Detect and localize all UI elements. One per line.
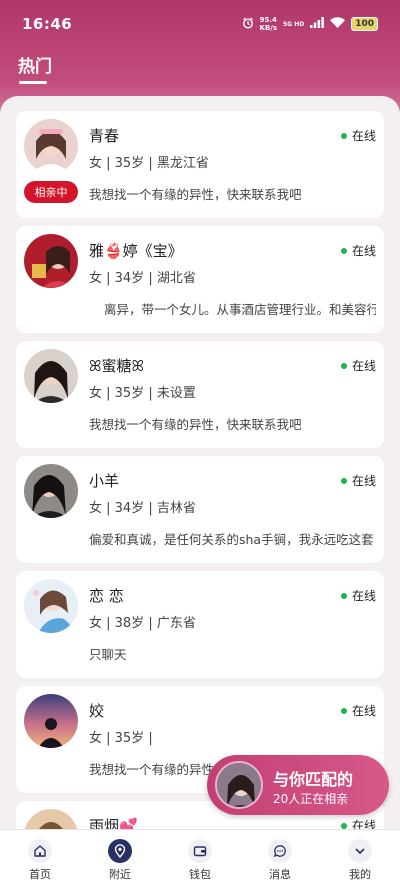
online-dot-icon [340,592,347,599]
profile-meta: 女 | 35岁 | 黑龙江省 [89,156,209,171]
avatar[interactable] [24,234,78,288]
profile-meta: 女 | 38岁 | 广东省 [89,616,196,631]
profile-meta: 女 | 34岁 | 湖北省 [89,271,196,286]
avatar[interactable] [24,349,78,403]
online-status: 在线 [340,472,376,489]
profile-name: 姣 [89,702,105,720]
profile-card[interactable]: 雅👙婷《宝》 在线 女 | 34岁 | 湖北省 离异，带一个女儿。从事酒店管理行… [16,226,384,333]
profile-icon [348,839,372,863]
page-title[interactable]: 热门 [18,52,52,77]
profile-bio: 我想找一个有缘的异性，快来联系我吧 [89,187,302,202]
profile-card[interactable]: 青春 在线 女 | 35岁 | 黑龙江省 相亲中 我想找一个有缘的异性，快来联系… [16,111,384,218]
wallet-icon [188,839,212,863]
profile-name: 小羊 [89,472,120,490]
profile-bio: 离异，带一个女儿。从事酒店管理行业。和美容行业 [104,302,376,317]
dating-status-badge: 相亲中 [24,181,78,203]
match-popup-button[interactable]: 与你匹配的 20人正在相亲 [207,755,389,815]
avatar[interactable] [24,464,78,518]
wifi-icon [330,17,346,31]
profile-bio: 偏爱和真诚，是任何关系的sha手锏，我永远吃这套 [89,532,374,547]
profile-name: ꕤ蜜糖ꕤ [89,357,144,375]
profile-card[interactable]: 小羊 在线 女 | 34岁 | 吉林省 偏爱和真诚，是任何关系的sha手锏，我永… [16,456,384,563]
tab-wallet[interactable]: 钱包 [160,830,240,889]
online-dot-icon [340,132,347,139]
status-bar: 16:46 95.4 KB/s 5G HD 100 [0,0,400,48]
profile-name: 恋 恋 [89,587,124,605]
network-type-label: 5G HD [283,20,305,28]
status-indicators: 95.4 KB/s 5G HD 100 [242,16,378,32]
home-icon [28,839,52,863]
location-icon [108,839,132,863]
tab-nearby[interactable]: 附近 [80,830,160,889]
avatar[interactable] [24,119,78,173]
online-dot-icon [340,822,347,829]
title-tab-indicator [19,81,47,84]
profile-meta: 女 | 35岁 | 未设置 [89,386,196,401]
match-title: 与你匹配的 [273,770,354,789]
match-avatar [215,761,263,809]
avatar[interactable] [24,694,78,748]
online-label: 在线 [351,129,376,143]
online-status: 在线 [340,127,376,144]
online-label: 在线 [351,704,376,718]
tab-messages[interactable]: 消息 [240,830,320,889]
status-time: 16:46 [22,15,73,33]
online-status: 在线 [340,357,376,374]
message-icon [268,839,292,863]
profile-card[interactable]: ꕤ蜜糖ꕤ 在线 女 | 35岁 | 未设置 我想找一个有缘的异性，快来联系我吧 [16,341,384,448]
tab-home[interactable]: 首页 [0,830,80,889]
profile-card[interactable]: 恋 恋 在线 女 | 38岁 | 广东省 只聊天 [16,571,384,678]
tab-label: 我的 [349,868,371,881]
profile-meta: 女 | 34岁 | 吉林省 [89,501,196,516]
online-status: 在线 [340,702,376,719]
tab-profile[interactable]: 我的 [320,830,400,889]
avatar[interactable] [24,579,78,633]
profile-bio: 只聊天 [89,647,127,662]
profile-name: 青春 [89,127,120,145]
bottom-tab-bar: 首页 附近 钱包 消息 我的 [0,829,400,889]
net-speed: 95.4 KB/s [260,16,277,32]
online-dot-icon [340,362,347,369]
tab-label: 附近 [109,868,131,881]
tab-label: 消息 [269,868,291,881]
online-status: 在线 [340,242,376,259]
match-subtitle: 20人正在相亲 [273,792,349,806]
profile-name: 雅👙婷《宝》 [89,242,183,260]
tab-label: 钱包 [189,868,211,881]
online-label: 在线 [351,359,376,373]
alarm-icon [242,17,254,32]
online-label: 在线 [351,474,376,488]
online-dot-icon [340,707,347,714]
net-speed-value: 95.4 [259,16,277,24]
battery-icon: 100 [351,17,378,31]
net-speed-unit: KB/s [259,24,277,32]
tab-label: 首页 [29,868,51,881]
online-dot-icon [340,477,347,484]
online-dot-icon [340,247,347,254]
online-label: 在线 [351,589,376,603]
online-status: 在线 [340,587,376,604]
signal-icon [310,17,325,31]
online-label: 在线 [351,244,376,258]
profile-meta: 女 | 35岁 | [89,731,153,746]
profile-bio: 我想找一个有缘的异性，快来联系我吧 [89,417,302,432]
